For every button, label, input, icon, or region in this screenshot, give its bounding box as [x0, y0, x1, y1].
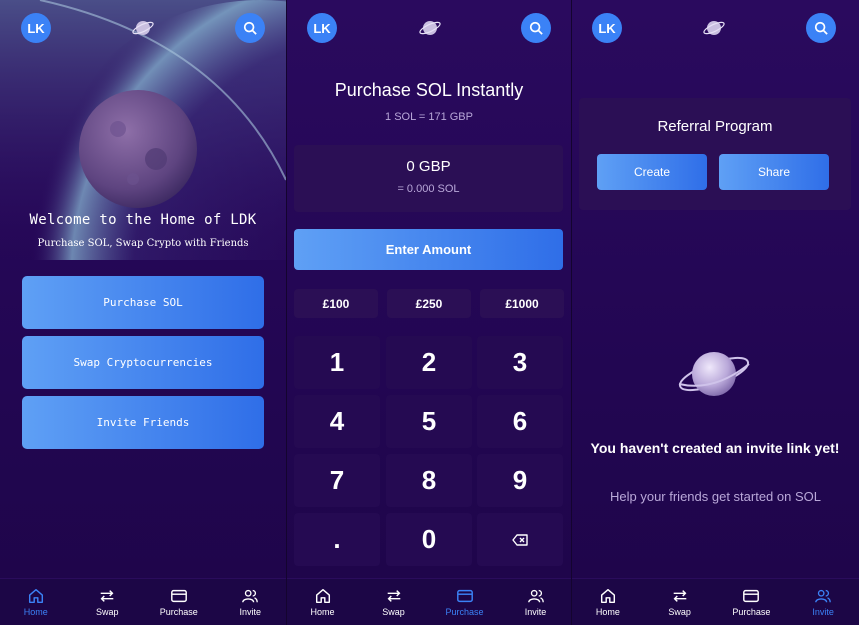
keypad-key-4[interactable]: 4	[294, 395, 380, 448]
invite-screen: LK Referral Program Create Share You hav…	[572, 0, 859, 625]
users-icon	[242, 589, 259, 603]
welcome-subtitle: Purchase SOL, Swap Crypto with Friends	[37, 238, 249, 249]
nav-swap[interactable]: Swap	[644, 579, 716, 625]
home-screen: LK Welcome to the Home of LDK Purchase S…	[0, 0, 286, 625]
nav-purchase[interactable]: Purchase	[143, 579, 215, 625]
nav-swap[interactable]: Swap	[72, 579, 144, 625]
nav-label: Purchase	[445, 607, 484, 617]
nav-label: Home	[595, 607, 620, 617]
keypad-key-decimal[interactable]: .	[294, 513, 380, 566]
search-icon	[243, 21, 257, 35]
planet-logo-icon	[419, 21, 441, 35]
swap-cryptocurrencies-button[interactable]: Swap Cryptocurrencies	[22, 336, 264, 389]
amount-gbp: 0 GBP	[406, 158, 451, 175]
nav-label: Swap	[382, 607, 405, 617]
nav-label: Invite	[239, 607, 261, 617]
avatar[interactable]: LK	[307, 13, 337, 43]
planet-illustration-icon	[678, 352, 750, 396]
page-title: Purchase SOL Instantly	[334, 80, 524, 100]
nav-purchase[interactable]: Purchase	[716, 579, 788, 625]
keypad-key-8[interactable]: 8	[386, 454, 472, 507]
bottom-nav: Home Swap Purchase Invite	[287, 578, 571, 625]
nav-label: Home	[23, 607, 48, 617]
bottom-nav: Home Swap Purchase Invite	[0, 578, 286, 625]
invite-friends-button[interactable]: Invite Friends	[22, 396, 264, 449]
search-button[interactable]	[521, 13, 551, 43]
nav-home[interactable]: Home	[572, 579, 644, 625]
nav-label: Swap	[668, 607, 691, 617]
nav-label: Swap	[95, 607, 119, 617]
purchase-sol-button[interactable]: Purchase SOL	[22, 276, 264, 329]
nav-invite[interactable]: Invite	[500, 579, 571, 625]
empty-state-title: You haven't created an invite link yet!	[590, 440, 840, 456]
avatar[interactable]: LK	[592, 13, 622, 43]
keypad-key-2[interactable]: 2	[386, 336, 472, 389]
share-button[interactable]: Share	[719, 154, 829, 190]
amount-sol: = 0.000 SOL	[397, 183, 460, 195]
nav-purchase[interactable]: Purchase	[429, 579, 500, 625]
keypad-key-1[interactable]: 1	[294, 336, 380, 389]
enter-amount-button[interactable]: Enter Amount	[294, 229, 563, 270]
home-icon	[315, 588, 330, 604]
avatar[interactable]: LK	[21, 13, 51, 43]
keypad-key-7[interactable]: 7	[294, 454, 380, 507]
backspace-icon	[512, 533, 528, 546]
quick-amount-1000[interactable]: £1000	[480, 289, 564, 318]
card-icon	[170, 589, 187, 603]
referral-card: Referral Program Create Share	[579, 98, 851, 210]
search-button[interactable]	[235, 13, 265, 43]
create-button[interactable]: Create	[597, 154, 707, 190]
swap-icon	[100, 590, 114, 602]
nav-label: Purchase	[159, 607, 198, 617]
search-icon	[529, 21, 543, 35]
keypad-key-6[interactable]: 6	[477, 395, 563, 448]
users-icon	[527, 589, 544, 603]
nav-label: Invite	[812, 607, 834, 617]
keypad-key-5[interactable]: 5	[386, 395, 472, 448]
keypad-key-9[interactable]: 9	[477, 454, 563, 507]
search-button[interactable]	[806, 13, 836, 43]
referral-title: Referral Program	[657, 118, 773, 135]
welcome-heading: Welcome to the Home of LDK	[29, 212, 257, 228]
quick-amount-250[interactable]: £250	[387, 289, 471, 318]
search-icon	[814, 21, 828, 35]
planet-logo-icon	[703, 21, 725, 35]
keypad-backspace[interactable]	[477, 513, 563, 566]
nav-label: Home	[310, 607, 335, 617]
keypad-key-3[interactable]: 3	[477, 336, 563, 389]
users-icon	[815, 589, 831, 603]
empty-state-subtitle: Help your friends get started on SOL	[609, 489, 821, 504]
moon-image	[79, 90, 197, 208]
keypad-key-0[interactable]: 0	[386, 513, 472, 566]
swap-icon	[387, 590, 400, 602]
planet-logo-icon	[132, 21, 154, 35]
nav-invite[interactable]: Invite	[215, 579, 287, 625]
card-icon	[456, 589, 473, 603]
quick-amount-100[interactable]: £100	[294, 289, 378, 318]
nav-home[interactable]: Home	[287, 579, 358, 625]
amount-display: 0 GBP = 0.000 SOL	[294, 145, 563, 212]
nav-swap[interactable]: Swap	[358, 579, 429, 625]
card-icon	[743, 589, 760, 603]
bottom-nav: Home Swap Purchase Invite	[572, 578, 859, 625]
home-icon	[600, 588, 615, 604]
swap-icon	[673, 590, 687, 602]
nav-home[interactable]: Home	[0, 579, 72, 625]
exchange-rate: 1 SOL = 171 GBP	[385, 111, 473, 123]
nav-label: Purchase	[732, 607, 771, 617]
home-icon	[28, 588, 43, 604]
purchase-screen: LK Purchase SOL Instantly 1 SOL = 171 GB…	[287, 0, 571, 625]
nav-label: Invite	[524, 607, 547, 617]
nav-invite[interactable]: Invite	[787, 579, 859, 625]
